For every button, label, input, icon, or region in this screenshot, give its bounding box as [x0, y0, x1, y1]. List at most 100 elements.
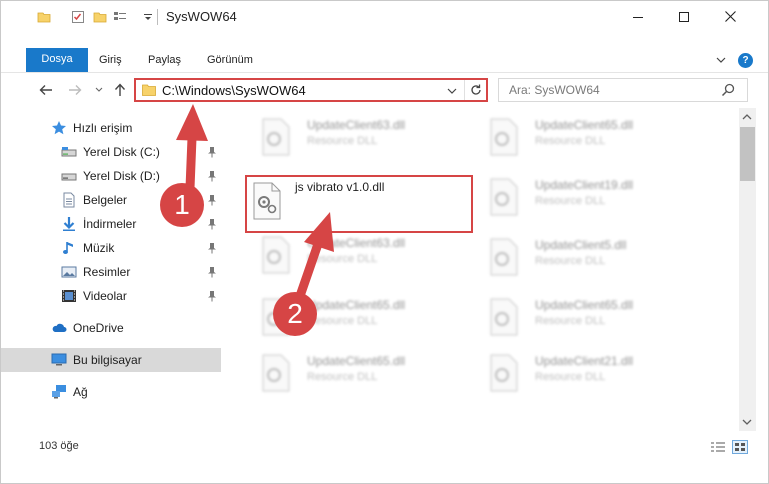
sidebar-item-label: Bu bilgisayar — [73, 353, 142, 367]
file-name: UpdateClient19.dll — [535, 178, 634, 192]
recent-locations-button[interactable] — [94, 82, 104, 98]
file-item[interactable]: UpdateClient65.dll Resource DLL — [485, 115, 705, 159]
tab-view[interactable]: Görünüm — [207, 49, 253, 72]
sidebar-item-music[interactable]: Müzik — [1, 236, 221, 260]
pin-icon[interactable] — [207, 290, 217, 302]
sidebar-item-label: Resimler — [83, 265, 131, 279]
cloud-icon — [52, 323, 67, 332]
chevron-down-icon[interactable] — [715, 54, 727, 66]
pin-icon[interactable] — [207, 242, 217, 254]
highlight-box — [245, 175, 473, 233]
window-title: SysWOW64 — [166, 9, 237, 24]
title-separator — [157, 9, 158, 25]
scroll-down-icon[interactable] — [742, 417, 752, 427]
step-1-badge: 1 — [160, 183, 204, 227]
ribbon-tabs: Dosya Giriş Paylaş Görünüm ? — [1, 48, 768, 73]
up-button[interactable] — [112, 82, 128, 98]
drive-icon — [61, 173, 77, 181]
details-view-icon[interactable] — [710, 441, 726, 453]
navigation-pane: Hızlı erişim Yerel Disk (C:) Yerel Disk … — [1, 113, 223, 431]
close-icon — [724, 11, 736, 22]
folder-icon — [142, 84, 156, 96]
file-name: UpdateClient63.dll — [307, 118, 406, 132]
pin-icon[interactable] — [207, 170, 217, 182]
sidebar-item-disk-c[interactable]: Yerel Disk (C:) — [1, 140, 221, 164]
file-type: Resource DLL — [307, 315, 378, 327]
file-item[interactable]: UpdateClient21.dll Resource DLL — [485, 351, 705, 395]
arrow-left-icon — [39, 85, 52, 95]
chevron-down-icon[interactable] — [446, 85, 458, 97]
file-type: Resource DLL — [307, 371, 378, 383]
file-item[interactable]: UpdateClient65.dll Resource DLL — [257, 351, 477, 395]
dll-file-icon — [262, 118, 290, 156]
chevron-down-icon — [95, 87, 103, 92]
file-item[interactable]: UpdateClient63.dll Resource DLL — [257, 115, 477, 159]
customize-toolbar-icon[interactable] — [143, 12, 153, 22]
sidebar-item-videos[interactable]: Videolar — [1, 284, 221, 308]
file-item[interactable]: UpdateClient63.dll Resource DLL — [257, 233, 477, 277]
dll-file-icon — [490, 118, 518, 156]
file-list: UpdateClient63.dll Resource DLL UpdateCl… — [223, 113, 737, 431]
address-path[interactable]: C:\Windows\SysWOW64 — [162, 83, 306, 98]
vertical-scrollbar[interactable] — [739, 108, 756, 431]
address-divider — [464, 80, 465, 100]
search-input[interactable]: Ara: SysWOW64 — [509, 83, 600, 97]
properties-icon[interactable] — [71, 10, 85, 24]
navigation-bar: C:\Windows\SysWOW64 Ara: SysWOW64 — [1, 75, 768, 106]
file-type: Resource DLL — [307, 253, 378, 265]
close-button[interactable] — [707, 1, 753, 32]
title-bar: SysWOW64 — [1, 1, 768, 32]
sidebar-item-label: Yerel Disk (C:) — [83, 145, 160, 159]
refresh-icon[interactable] — [469, 83, 483, 97]
search-icon[interactable] — [721, 83, 735, 97]
scroll-up-icon[interactable] — [742, 112, 752, 122]
sidebar-item-onedrive[interactable]: OneDrive — [1, 316, 221, 340]
pin-icon[interactable] — [207, 266, 217, 278]
status-bar: 103 öğe — [1, 437, 768, 457]
pin-icon[interactable] — [207, 218, 217, 230]
documents-icon — [63, 192, 75, 208]
forward-button[interactable] — [67, 82, 83, 98]
file-type: Resource DLL — [535, 135, 606, 147]
file-type: Resource DLL — [535, 371, 606, 383]
tab-share[interactable]: Paylaş — [148, 49, 181, 72]
file-item[interactable]: UpdateClient5.dll Resource DLL — [485, 235, 705, 279]
arrow-up-icon — [114, 83, 126, 96]
pin-icon[interactable] — [207, 146, 217, 158]
sidebar-item-quick-access[interactable]: Hızlı erişim — [1, 116, 221, 140]
pin-icon[interactable] — [207, 194, 217, 206]
computer-icon — [51, 353, 67, 366]
back-button[interactable] — [38, 82, 54, 98]
file-item[interactable]: UpdateClient19.dll Resource DLL — [485, 175, 705, 219]
arrow-right-icon — [69, 85, 82, 95]
maximize-button[interactable] — [661, 1, 707, 32]
file-item[interactable]: UpdateClient65.dll Resource DLL — [485, 295, 705, 339]
new-folder-icon[interactable] — [93, 10, 107, 24]
sidebar-item-label: Belgeler — [83, 193, 128, 207]
file-name: UpdateClient63.dll — [307, 236, 406, 250]
dll-file-icon — [262, 354, 290, 392]
file-name: UpdateClient65.dll — [535, 298, 634, 312]
dll-file-icon — [490, 298, 518, 336]
view-menu-icon[interactable] — [113, 10, 127, 24]
address-bar[interactable]: C:\Windows\SysWOW64 — [134, 78, 488, 102]
file-type: Resource DLL — [535, 315, 606, 327]
file-type: Resource DLL — [307, 135, 378, 147]
folder-icon[interactable] — [37, 10, 51, 24]
sidebar-item-label: Müzik — [83, 241, 115, 255]
sidebar-item-this-pc[interactable]: Bu bilgisayar — [1, 348, 221, 372]
large-icons-view-button[interactable] — [732, 440, 748, 454]
tab-file[interactable]: Dosya — [26, 48, 88, 72]
search-box[interactable]: Ara: SysWOW64 — [498, 78, 748, 102]
minimize-button[interactable] — [615, 1, 661, 32]
sidebar-item-pictures[interactable]: Resimler — [1, 260, 221, 284]
scroll-thumb[interactable] — [740, 127, 755, 181]
tab-home[interactable]: Giriş — [99, 49, 122, 72]
sidebar-item-label: Ağ — [73, 385, 88, 399]
sidebar-item-label: OneDrive — [73, 321, 124, 335]
minimize-icon — [633, 16, 643, 18]
help-icon[interactable]: ? — [738, 53, 753, 68]
file-name: UpdateClient21.dll — [535, 354, 634, 368]
sidebar-item-network[interactable]: Ağ — [1, 380, 221, 404]
pictures-icon — [61, 266, 77, 278]
